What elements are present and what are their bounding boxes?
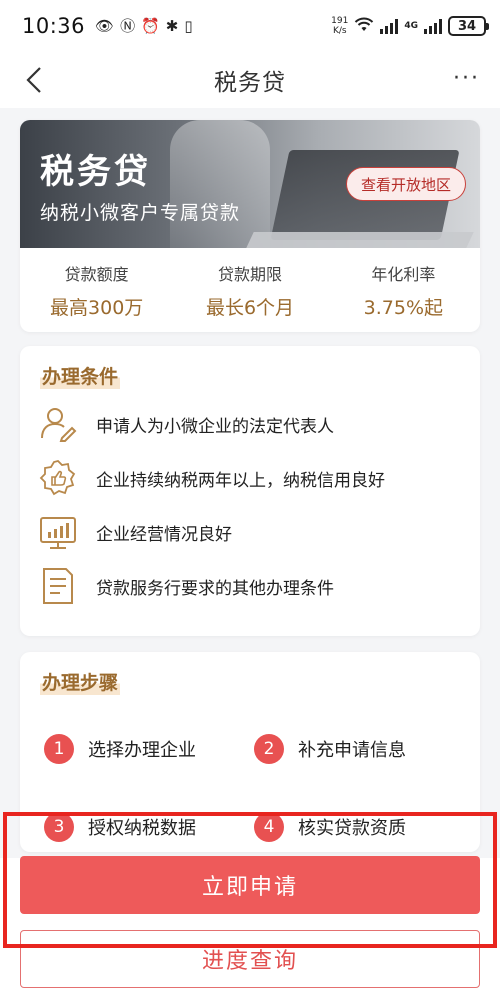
battery-level: 34 — [457, 18, 477, 34]
signal-icon-2 — [424, 18, 442, 34]
step-label: 授权纳税数据 — [88, 818, 196, 839]
view-regions-button[interactable]: 查看开放地区 — [345, 167, 466, 201]
network-type: 4G — [404, 21, 418, 31]
status-bar: 10:36 👁 Ⓝ ⏰ ✱ ▯ 191 K/s 4G 34 — [0, 0, 500, 52]
step-item: 4 核实贷款资质 — [254, 812, 406, 842]
vibrate-icon: ▯ — [184, 16, 193, 35]
net-speed: 191 K/s — [331, 16, 348, 36]
thumbs-up-badge-icon — [39, 460, 76, 496]
net-speed-value: 191 — [331, 16, 349, 26]
wifi-icon — [354, 17, 374, 36]
signal-icon — [380, 18, 399, 34]
stat-label: 年化利率 — [371, 264, 436, 284]
net-speed-unit: K/s — [332, 26, 347, 36]
stat-value: 3.75%起 — [363, 296, 443, 319]
hero-subtitle: 纳税小微客户专属贷款 — [40, 202, 241, 224]
page-title: 税务贷 — [214, 70, 286, 96]
status-time: 10:36 — [22, 14, 86, 38]
step-item: 3 授权纳税数据 — [44, 812, 196, 842]
more-button[interactable]: ··· — [453, 66, 480, 91]
condition-item: 申请人为小微企业的法定代表人 — [38, 404, 334, 444]
battery-icon: 34 — [448, 16, 489, 36]
steps-title: 办理步骤 — [40, 668, 121, 695]
back-button[interactable] — [16, 62, 52, 98]
condition-text: 企业持续纳税两年以上，纳税信用良好 — [96, 470, 385, 491]
conditions-title: 办理条件 — [40, 362, 121, 389]
nfc-icon: Ⓝ — [120, 16, 136, 35]
step-label: 补充申请信息 — [298, 740, 406, 761]
condition-text: 企业经营情况良好 — [96, 524, 232, 545]
chart-monitor-icon — [40, 517, 76, 549]
apply-now-button[interactable]: 立即申请 — [20, 856, 480, 914]
hero-banner: 税务贷 纳税小微客户专属贷款 查看开放地区 — [20, 120, 480, 248]
stat-label: 贷款额度 — [64, 264, 129, 284]
status-icons-left: 👁 Ⓝ ⏰ ✱ ▯ — [95, 16, 193, 35]
stat-label: 贷款期限 — [217, 264, 282, 284]
condition-text: 申请人为小微企业的法定代表人 — [96, 416, 334, 437]
eye-icon: 👁 — [95, 16, 115, 35]
condition-item: 企业持续纳税两年以上，纳税信用良好 — [38, 458, 385, 498]
step-item: 2 补充申请信息 — [254, 734, 406, 764]
step-label: 选择办理企业 — [88, 740, 196, 761]
conditions-card: 办理条件 申请人为小微企业的法定代表人 企业持续纳税两年以上，纳税信用良好 企业… — [20, 346, 480, 636]
loan-stats: 贷款额度 最高300万 贷款期限 最长6个月 年化利率 3.75%起 — [20, 248, 480, 332]
stat-term: 贷款期限 最长6个月 — [173, 261, 326, 320]
step-number: 3 — [44, 812, 74, 842]
condition-text: 贷款服务行要求的其他办理条件 — [96, 578, 334, 599]
banner-laptop-base — [246, 232, 474, 248]
condition-item: 贷款服务行要求的其他办理条件 — [38, 566, 334, 606]
nav-bar: 税务贷 ··· — [0, 52, 500, 108]
condition-item: 企业经营情况良好 — [38, 512, 232, 552]
steps-card: 办理步骤 1 选择办理企业 2 补充申请信息 3 授权纳税数据 4 核实贷款资质 — [20, 652, 480, 852]
hero-card: 税务贷 纳税小微客户专属贷款 查看开放地区 贷款额度 最高300万 贷款期限 最… — [20, 120, 480, 332]
alarm-icon: ⏰ — [141, 16, 160, 35]
step-item: 1 选择办理企业 — [44, 734, 196, 764]
status-icons-right: 191 K/s 4G 34 — [331, 16, 489, 36]
stat-amount: 贷款额度 最高300万 — [20, 261, 173, 320]
user-edit-icon — [41, 408, 77, 442]
document-icon — [43, 568, 73, 604]
progress-query-button[interactable]: 进度查询 — [20, 930, 480, 988]
step-number: 4 — [254, 812, 284, 842]
step-label: 核实贷款资质 — [298, 818, 406, 839]
step-number: 2 — [254, 734, 284, 764]
stat-value: 最长6个月 — [205, 296, 295, 319]
bluetooth-icon: ✱ — [165, 16, 179, 35]
chevron-left-icon — [26, 67, 41, 93]
stat-rate: 年化利率 3.75%起 — [327, 261, 480, 320]
step-number: 1 — [44, 734, 74, 764]
banner-figure-image — [170, 120, 270, 248]
stat-value: 最高300万 — [50, 296, 144, 319]
hero-title: 税务贷 — [40, 152, 151, 192]
